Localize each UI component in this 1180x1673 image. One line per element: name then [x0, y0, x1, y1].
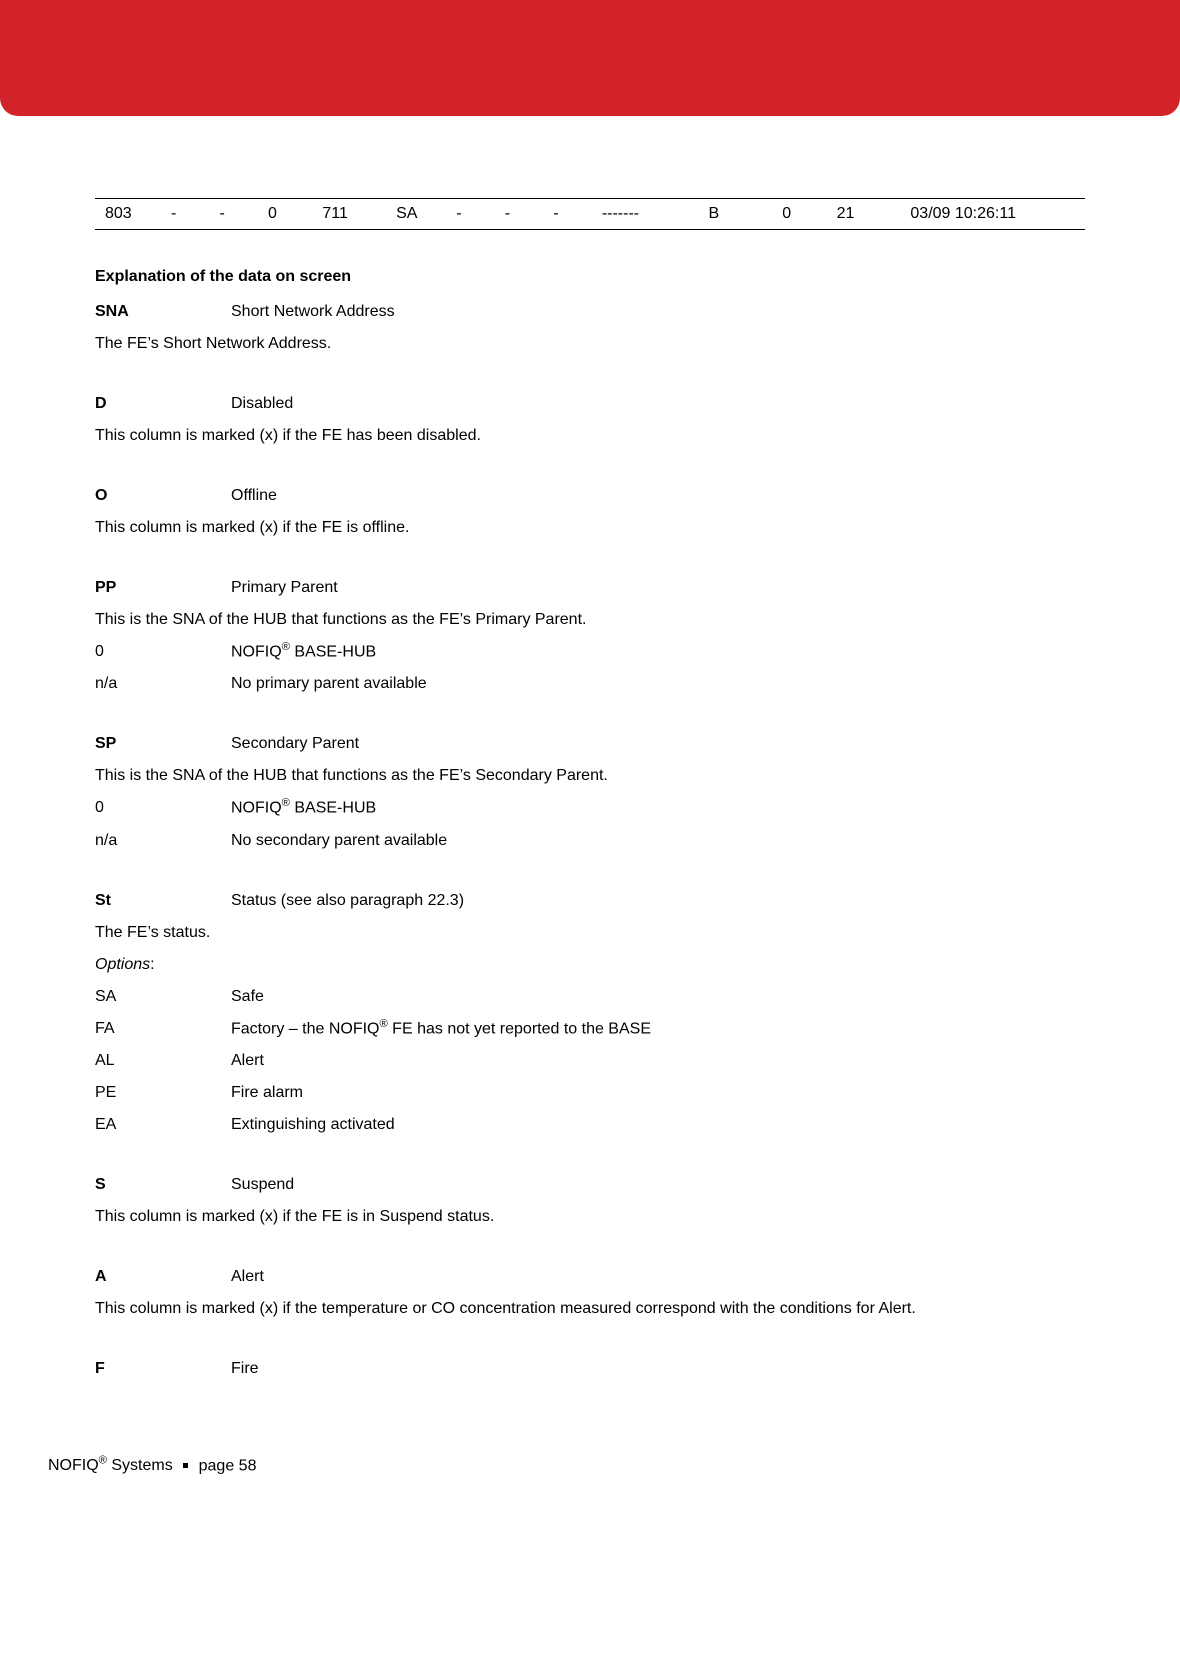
name-s: Suspend: [231, 1171, 294, 1199]
st-sa-v: Safe: [231, 983, 264, 1011]
def-st: St Status (see also paragraph 22.3) The …: [95, 887, 1085, 1139]
section-title: Explanation of the data on screen: [95, 268, 1085, 286]
cell-a: -: [505, 205, 554, 223]
def-d: D Disabled This column is marked (x) if …: [95, 390, 1085, 450]
pp-opt0-val: NOFIQ® BASE-HUB: [231, 638, 376, 666]
sp-opt0-val: NOFIQ® BASE-HUB: [231, 794, 376, 822]
def-sna: SNA Short Network Address The FE’s Short…: [95, 298, 1085, 358]
footer-brand: NOFIQ® Systems: [48, 1457, 173, 1474]
def-a: A Alert This column is marked (x) if the…: [95, 1263, 1085, 1323]
desc-s: This column is marked (x) if the FE is i…: [95, 1203, 1040, 1231]
data-row-box: 803 - - 0 711 SA - - - ------- B 0 21 03…: [95, 198, 1085, 230]
cell-st: SA: [396, 205, 456, 223]
st-al-k: AL: [95, 1047, 231, 1075]
abbr-sp: SP: [95, 730, 231, 758]
cell-n1: 0: [782, 205, 836, 223]
name-st: Status (see also paragraph 22.3): [231, 887, 464, 915]
cell-n2: 21: [837, 205, 911, 223]
st-fa-k: FA: [95, 1015, 231, 1043]
data-row: 803 - - 0 711 SA - - - ------- B 0 21 03…: [95, 205, 1085, 223]
options-label: Options:: [95, 951, 1040, 979]
abbr-pp: PP: [95, 574, 231, 602]
def-s: S Suspend This column is marked (x) if t…: [95, 1171, 1085, 1231]
name-o: Offline: [231, 482, 277, 510]
name-a: Alert: [231, 1263, 264, 1291]
abbr-st: St: [95, 887, 231, 915]
st-fa-v: Factory – the NOFIQ® FE has not yet repo…: [231, 1015, 651, 1043]
cell-f: -: [553, 205, 602, 223]
cell-sp: 711: [322, 205, 396, 223]
cell-res: -------: [602, 205, 709, 223]
name-f: Fire: [231, 1355, 259, 1383]
pp-opt0-key: 0: [95, 638, 231, 666]
name-sp: Secondary Parent: [231, 730, 359, 758]
desc-a: This column is marked (x) if the tempera…: [95, 1295, 1040, 1323]
cell-s: -: [456, 205, 505, 223]
def-sp: SP Secondary Parent This is the SNA of t…: [95, 730, 1085, 854]
name-pp: Primary Parent: [231, 574, 338, 602]
desc-sp: This is the SNA of the HUB that function…: [95, 762, 1040, 790]
desc-o: This column is marked (x) if the FE is o…: [95, 514, 1040, 542]
abbr-a: A: [95, 1263, 231, 1291]
sp-opt1-key: n/a: [95, 827, 231, 855]
sp-opt1-val: No secondary parent available: [231, 827, 447, 855]
page-footer: NOFIQ® Systems page 58: [0, 1455, 1180, 1505]
desc-pp: This is the SNA of the HUB that function…: [95, 606, 1040, 634]
abbr-s: S: [95, 1171, 231, 1199]
desc-st: The FE’s status.: [95, 919, 1040, 947]
cell-sna: 803: [105, 205, 171, 223]
def-o: O Offline This column is marked (x) if t…: [95, 482, 1085, 542]
abbr-d: D: [95, 390, 231, 418]
abbr-f: F: [95, 1355, 231, 1383]
cell-o: -: [220, 205, 269, 223]
abbr-o: O: [95, 482, 231, 510]
st-pe-k: PE: [95, 1079, 231, 1107]
desc-sna: The FE’s Short Network Address.: [95, 330, 1040, 358]
def-pp: PP Primary Parent This is the SNA of the…: [95, 574, 1085, 698]
st-pe-v: Fire alarm: [231, 1079, 303, 1107]
sp-opt0-key: 0: [95, 794, 231, 822]
header-red-bar: [0, 0, 1180, 116]
abbr-sna: SNA: [95, 298, 231, 326]
cell-timestamp: 03/09 10:26:11: [910, 205, 1085, 223]
name-sna: Short Network Address: [231, 298, 395, 326]
cell-b: B: [709, 205, 783, 223]
name-d: Disabled: [231, 390, 293, 418]
st-al-v: Alert: [231, 1047, 264, 1075]
st-ea-k: EA: [95, 1111, 231, 1139]
def-f: F Fire: [95, 1355, 1085, 1383]
st-sa-k: SA: [95, 983, 231, 1011]
cell-pp: 0: [268, 205, 322, 223]
bullet-icon: [183, 1463, 188, 1468]
st-ea-v: Extinguishing activated: [231, 1111, 395, 1139]
page-content: 803 - - 0 711 SA - - - ------- B 0 21 03…: [0, 116, 1180, 1455]
cell-d: -: [171, 205, 220, 223]
pp-opt1-val: No primary parent available: [231, 670, 427, 698]
desc-d: This column is marked (x) if the FE has …: [95, 422, 1040, 450]
footer-page: page 58: [199, 1457, 257, 1474]
pp-opt1-key: n/a: [95, 670, 231, 698]
